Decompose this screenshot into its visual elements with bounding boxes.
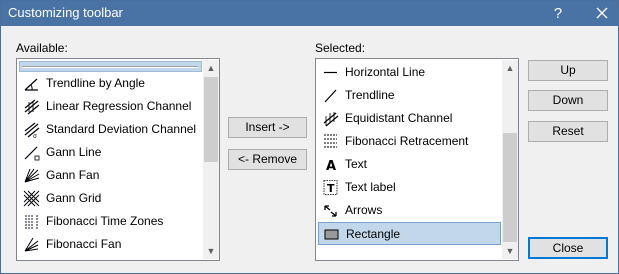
selected-scrollbar[interactable]: ▲ ▼ [502,60,518,259]
gann-line-icon [23,144,40,161]
scrollbar-thumb[interactable] [503,133,517,242]
available-scrollbar[interactable]: ▲ ▼ [203,60,219,259]
fibonacci-time-zones-icon [23,213,40,230]
list-item-label: Gann Grid [46,191,102,205]
list-item[interactable]: Horizontal Line [318,61,501,84]
list-item[interactable]: Arrows [318,199,501,222]
list-item[interactable]: Fibonacci Time Zones [19,210,202,233]
list-item-label: Text [345,157,368,171]
selected-listbox[interactable]: Horizontal Line Trendline Equidistant Chan… [315,58,519,261]
trendline-by-angle-icon [23,75,40,92]
list-item[interactable]: Gann Grid [19,187,202,210]
list-item[interactable]: T Text label [318,176,501,199]
list-item[interactable]: Rectangle [318,222,501,245]
separator-line-icon [22,66,198,68]
list-item-label: Fibonacci Time Zones [46,214,164,228]
list-item-label: Horizontal Line [345,65,426,79]
insert-button[interactable]: Insert -> [228,117,307,138]
equidistant-channel-icon [322,110,339,127]
svg-text:σ: σ [33,133,37,138]
list-item[interactable]: Linear Regression Channel [19,95,202,118]
list-item-label: Fibonacci Retracement [345,134,469,148]
list-item[interactable]: Trendline [318,84,501,107]
list-item[interactable]: Fibonacci Retracement [318,130,501,153]
standard-deviation-channel-icon: σ [23,121,40,140]
trendline-icon [322,87,339,104]
list-item-separator[interactable] [19,61,202,72]
list-item-label: Rectangle [346,227,401,241]
selected-label: Selected: [315,41,366,55]
svg-text:A: A [326,159,336,173]
linear-regression-channel-icon [23,98,40,115]
available-listbox[interactable]: Trendline by Angle Linear Regression Chan… [16,58,220,261]
close-window-button[interactable] [588,1,616,26]
list-item-label: Linear Regression Channel [46,99,192,113]
dialog-title: Customizing toolbar [8,5,123,20]
horizontal-line-icon [322,64,339,81]
list-item-label: Gann Line [46,145,102,159]
text-icon: A [322,156,339,174]
scroll-down-arrow-icon[interactable]: ▼ [203,243,219,259]
arrows-icon [322,202,339,219]
list-item-label: Standard Deviation Channel [46,122,197,136]
fibonacci-retracement-icon [322,133,339,150]
gann-grid-icon [23,190,40,207]
list-item[interactable]: Fibonacci Fan [19,233,202,256]
list-item-label: Gann Fan [46,168,100,182]
list-item[interactable]: Gann Line [19,141,202,164]
svg-text:T: T [327,182,335,195]
reset-button[interactable]: Reset [528,121,608,142]
list-item[interactable]: Trendline by Angle [19,72,202,95]
available-label: Available: [16,41,68,55]
list-item-label: Text label [345,180,396,194]
help-button[interactable]: ? [544,1,572,26]
close-button[interactable]: Close [528,237,608,259]
gann-fan-icon [23,167,40,184]
down-button[interactable]: Down [528,90,608,111]
close-icon [596,7,608,19]
rectangle-icon [323,226,340,243]
list-item-label: Fibonacci Fan [46,237,122,251]
list-item-label: Arrows [345,203,383,217]
list-item[interactable]: Equidistant Channel [318,107,501,130]
up-button[interactable]: Up [528,60,608,81]
remove-button[interactable]: <- Remove [228,149,307,170]
scrollbar-thumb[interactable] [204,77,218,162]
list-item-label: Trendline by Angle [46,76,145,90]
list-item-label: Trendline [345,88,395,102]
title-bar[interactable]: Customizing toolbar ? [1,1,618,26]
text-label-icon: T [322,179,339,196]
customizing-toolbar-dialog: Customizing toolbar ? Available: Trendli… [0,0,619,274]
fibonacci-fan-icon [23,236,40,253]
list-item[interactable]: Gann Fan [19,164,202,187]
list-item[interactable]: A Text [318,153,501,176]
scroll-up-arrow-icon[interactable]: ▲ [502,60,518,76]
scroll-down-arrow-icon[interactable]: ▼ [502,243,518,259]
list-item-label: Equidistant Channel [345,111,453,125]
list-item[interactable]: σ Standard Deviation Channel [19,118,202,141]
scroll-up-arrow-icon[interactable]: ▲ [203,60,219,76]
